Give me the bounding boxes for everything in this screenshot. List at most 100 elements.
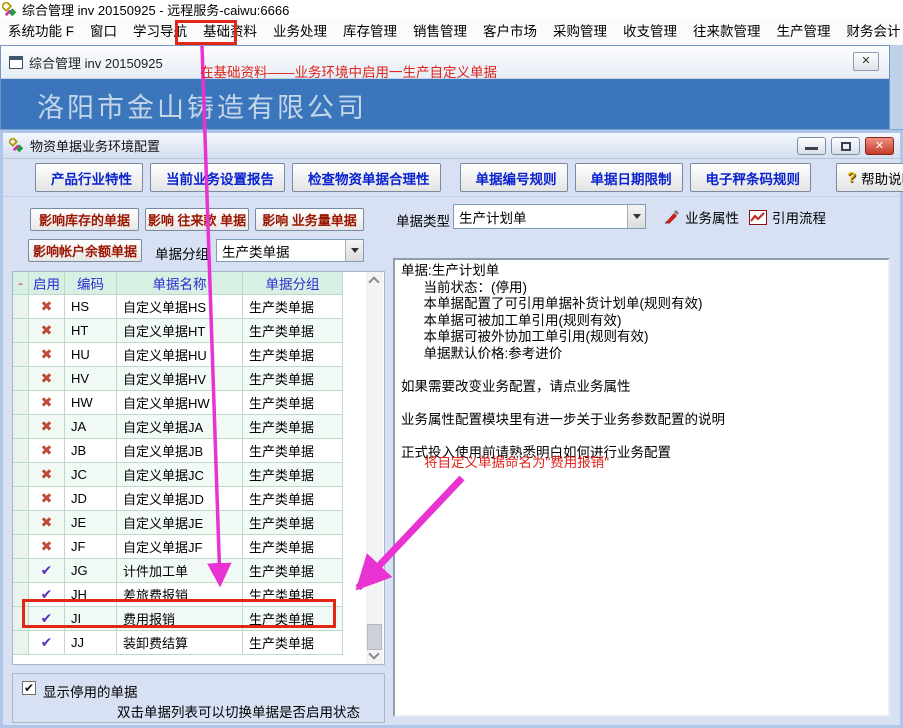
toolbar-button[interactable]: 产品行业特性 <box>35 163 143 192</box>
table-row[interactable]: ✖ JA 自定义单据JA 生产类单据 <box>13 415 343 439</box>
menu-item[interactable]: 系统功能 F <box>0 21 82 43</box>
row-group: 生产类单据 <box>243 631 343 655</box>
row-group: 生产类单据 <box>243 391 343 415</box>
doc-type-dropdown-button[interactable] <box>627 205 645 228</box>
toolbar-button[interactable]: 当前业务设置报告 <box>150 163 285 192</box>
row-indicator <box>13 607 29 631</box>
row-name: 自定义单据JB <box>117 439 243 463</box>
table-row[interactable]: ✖ JF 自定义单据JF 生产类单据 <box>13 535 343 559</box>
row-code: JD <box>65 487 117 511</box>
row-code: JE <box>65 511 117 535</box>
row-name: 自定义单据JF <box>117 535 243 559</box>
chevron-down-icon <box>351 248 359 253</box>
reference-flow-button[interactable]: 引用流程 <box>749 207 826 227</box>
show-disabled-checkbox[interactable] <box>22 681 36 695</box>
toolbar-button[interactable]: 单据日期限制 <box>575 163 683 192</box>
scroll-down-icon[interactable] <box>368 648 379 659</box>
menu-item[interactable]: 财务会计 <box>839 21 903 43</box>
app-titlebar: 综合管理 inv 20150925 - 远程服务-caiwu:6666 <box>0 0 903 19</box>
mdi-child-titlebar: 综合管理 inv 20150925 ✕ <box>1 46 889 79</box>
header-enabled: 启用 <box>29 272 65 295</box>
table-row[interactable]: ✖ HU 自定义单据HU 生产类单据 <box>13 343 343 367</box>
mdi-close-button[interactable]: ✕ <box>853 52 879 71</box>
row-indicator <box>13 487 29 511</box>
scrollbar-thumb[interactable] <box>367 624 382 650</box>
row-code: JB <box>65 439 117 463</box>
menu-item[interactable]: 基础资料 <box>195 21 265 43</box>
doc-group-dropdown[interactable]: 生产类单据 <box>216 239 364 262</box>
menubar: 系统功能 F窗口学习导航基础资料业务处理库存管理销售管理客户市场采购管理收支管理… <box>0 19 903 45</box>
maximize-button[interactable] <box>831 137 860 155</box>
dialog-toolbar: 产品行业特性 当前业务设置报告 检查物资单据合理性 单据编号规则 单据日期限制 … <box>3 159 900 197</box>
menu-item[interactable]: 学习导航 <box>125 21 195 43</box>
table-row[interactable]: ✖ HW 自定义单据HW 生产类单据 <box>13 391 343 415</box>
table-row[interactable]: ✖ JB 自定义单据JB 生产类单据 <box>13 439 343 463</box>
business-attributes-label: 业务属性 <box>685 207 739 227</box>
doc-type-dropdown[interactable]: 生产计划单 <box>453 204 646 229</box>
row-group: 生产类单据 <box>243 415 343 439</box>
row-group: 生产类单据 <box>243 487 343 511</box>
toolbar-button[interactable]: 电子秤条码规则 <box>690 163 812 192</box>
menu-item[interactable]: 往来款管理 <box>685 21 769 43</box>
table-row[interactable]: ✔ JI 费用报销 生产类单据 <box>13 607 343 631</box>
row-status-icon: ✖ <box>29 439 65 463</box>
menu-item[interactable]: 库存管理 <box>335 21 405 43</box>
minimize-button[interactable] <box>797 137 826 155</box>
table-row[interactable]: ✖ JD 自定义单据JD 生产类单据 <box>13 487 343 511</box>
header-group: 单据分组 <box>243 272 343 295</box>
row-group: 生产类单据 <box>243 319 343 343</box>
menu-item[interactable]: 收支管理 <box>615 21 685 43</box>
toolbar-button[interactable]: ? 帮助说明 <box>836 163 903 192</box>
menu-item[interactable]: 生产管理 <box>769 21 839 43</box>
filter-account-balance-docs-button[interactable]: 影响帐户余额单据 <box>28 239 142 262</box>
menu-item[interactable]: 业务处理 <box>265 21 335 43</box>
toolbar-button[interactable]: 检查物资单据合理性 <box>292 163 441 192</box>
table-row[interactable]: ✖ HV 自定义单据HV 生产类单据 <box>13 367 343 391</box>
menu-item[interactable]: 窗口 <box>82 21 125 43</box>
table-row[interactable]: ✖ JC 自定义单据JC 生产类单据 <box>13 463 343 487</box>
close-button[interactable]: ✕ <box>865 137 894 155</box>
row-code: JF <box>65 535 117 559</box>
row-status-icon: ✔ <box>29 631 65 655</box>
table-row[interactable]: ✔ JG 计件加工单 生产类单据 <box>13 559 343 583</box>
row-indicator <box>13 319 29 343</box>
row-status-icon: ✖ <box>29 535 65 559</box>
doc-group-dropdown-button[interactable] <box>345 240 363 261</box>
business-attributes-button[interactable]: 业务属性 <box>663 207 739 227</box>
minimize-icon <box>805 147 818 150</box>
menu-item[interactable]: 采购管理 <box>545 21 615 43</box>
table-row[interactable]: ✔ JJ 装卸费结算 生产类单据 <box>13 631 343 655</box>
doc-table: - 启用 编码 单据名称 单据分组 ✖ HS 自定义单据HS 生产类单据 ✖ <box>12 271 385 665</box>
dialog-titlebar: 物资单据业务环境配置 ✕ <box>3 133 900 159</box>
filter-receivable-docs-button[interactable]: 影响 往来款 单据 <box>145 208 249 231</box>
row-indicator <box>13 343 29 367</box>
row-group: 生产类单据 <box>243 367 343 391</box>
row-name: 费用报销 <box>117 607 243 631</box>
menu-item[interactable]: 客户市场 <box>475 21 545 43</box>
toolbar-button-label: 单据编号规则 <box>476 168 557 188</box>
menu-item[interactable]: 销售管理 <box>405 21 475 43</box>
row-status-icon: ✖ <box>29 511 65 535</box>
table-row[interactable]: ✖ HS 自定义单据HS 生产类单据 <box>13 295 343 319</box>
window-icon <box>9 56 23 69</box>
row-code: JJ <box>65 631 117 655</box>
filter-volume-docs-button[interactable]: 影响 业务量单据 <box>255 208 364 231</box>
doc-type-label: 单据类型 <box>396 210 450 230</box>
row-status-icon: ✖ <box>29 415 65 439</box>
row-indicator <box>13 631 29 655</box>
row-group: 生产类单据 <box>243 559 343 583</box>
table-row[interactable]: ✔ JH 差旅费报销 生产类单据 <box>13 583 343 607</box>
toolbar-button[interactable]: 单据编号规则 <box>460 163 568 192</box>
row-status-icon: ✔ <box>29 607 65 631</box>
filter-stock-docs-button[interactable]: 影响库存的单据 <box>30 208 139 231</box>
table-scrollbar[interactable] <box>366 272 383 664</box>
table-row[interactable]: ✖ HT 自定义单据HT 生产类单据 <box>13 319 343 343</box>
row-status-icon: ✖ <box>29 319 65 343</box>
row-status-icon: ✖ <box>29 463 65 487</box>
flow-chart-icon <box>749 210 767 225</box>
scroll-up-icon[interactable] <box>368 276 379 287</box>
dialog-icon <box>9 138 24 153</box>
row-name: 差旅费报销 <box>117 583 243 607</box>
table-row[interactable]: ✖ JE 自定义单据JE 生产类单据 <box>13 511 343 535</box>
row-indicator <box>13 559 29 583</box>
